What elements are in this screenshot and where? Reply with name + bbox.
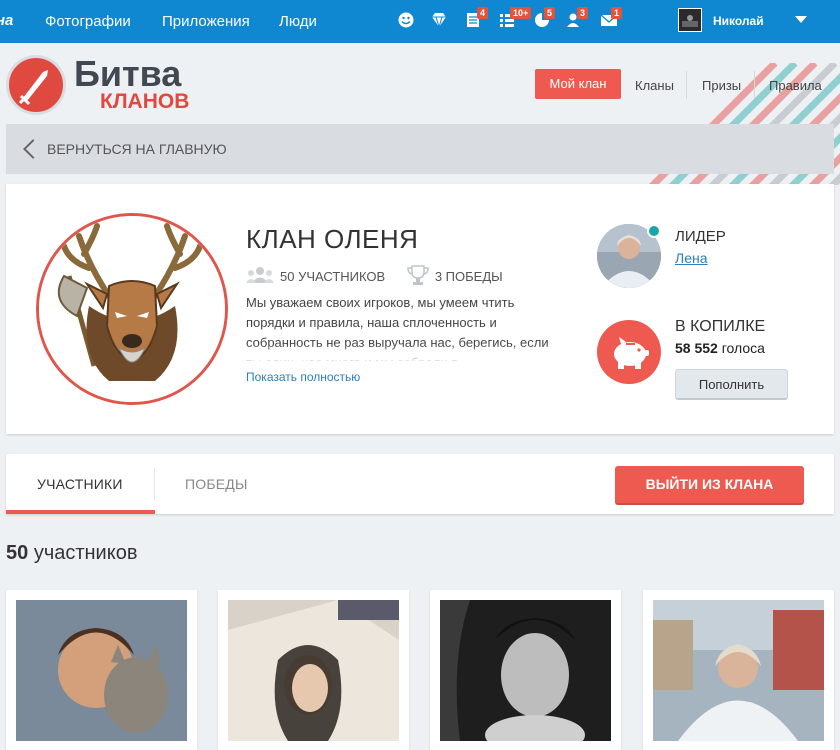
guests-badge: 5 bbox=[544, 7, 556, 19]
member-card[interactable] bbox=[218, 590, 409, 750]
nav-people[interactable]: Люди bbox=[279, 13, 317, 30]
chevron-down-icon[interactable] bbox=[795, 16, 807, 23]
friends-badge: 3 bbox=[577, 7, 589, 19]
events-badge: 10+ bbox=[510, 7, 532, 19]
member-photo[interactable] bbox=[440, 600, 611, 741]
my-clan-button[interactable]: Мой клан bbox=[535, 69, 621, 99]
description-fade bbox=[246, 344, 566, 364]
members-word: участников bbox=[33, 542, 138, 564]
guests-icon[interactable]: 5 bbox=[533, 7, 556, 31]
leader-name-link[interactable]: Лена bbox=[675, 250, 708, 266]
feed-icon[interactable]: 4 bbox=[466, 7, 489, 31]
bank-value: 58 552 голоса bbox=[675, 340, 765, 356]
members-icon bbox=[246, 266, 274, 287]
clan-card: КЛАН ОЛЕНЯ 50 УЧАСТНИКОВ 3 ПОБЕДЫ Мы ува… bbox=[6, 184, 834, 434]
member-card[interactable] bbox=[6, 590, 197, 750]
friends-icon[interactable]: 3 bbox=[566, 7, 589, 31]
member-card[interactable] bbox=[430, 590, 621, 750]
divider bbox=[154, 468, 155, 500]
game-header: Битва КЛАНОВ Мой клан Кланы Призы Правил… bbox=[0, 43, 840, 185]
clan-title: КЛАН ОЛЕНЯ bbox=[246, 224, 419, 254]
piggy-bank-icon bbox=[597, 320, 661, 384]
leave-clan-button[interactable]: ВЫЙТИ ИЗ КЛАНА bbox=[615, 466, 804, 503]
chevron-left-icon bbox=[23, 139, 43, 159]
rules-link[interactable]: Правила bbox=[769, 78, 822, 93]
member-photo[interactable] bbox=[228, 600, 399, 741]
refill-button[interactable]: Пополнить bbox=[675, 369, 788, 400]
back-to-main-bar[interactable]: ВЕРНУТЬСЯ НА ГЛАВНУЮ bbox=[6, 124, 834, 174]
active-tab-indicator bbox=[6, 510, 155, 514]
online-status-indicator bbox=[647, 224, 661, 238]
messages-badge: 1 bbox=[611, 7, 623, 19]
feed-badge: 4 bbox=[477, 7, 489, 19]
game-logo-title: Битва bbox=[74, 53, 182, 94]
clan-tabs: УЧАСТНИКИ ПОБЕДЫ ВЫЙТИ ИЗ КЛАНА bbox=[6, 454, 834, 514]
tab-members[interactable]: УЧАСТНИКИ bbox=[37, 476, 123, 492]
back-label: ВЕРНУТЬСЯ НА ГЛАВНУЮ bbox=[47, 141, 227, 157]
user-avatar[interactable] bbox=[678, 8, 702, 32]
site-brand-fragment[interactable]: на bbox=[0, 12, 13, 29]
member-photo[interactable] bbox=[16, 600, 187, 741]
member-card[interactable] bbox=[643, 590, 834, 750]
bank-amount: 58 552 bbox=[675, 340, 718, 356]
divider bbox=[686, 71, 687, 99]
clan-emblem-image bbox=[36, 213, 228, 405]
top-navigation-bar: на Фотографии Приложения Люди 4 10+ 5 3 … bbox=[0, 0, 840, 43]
divider bbox=[754, 71, 755, 99]
members-heading: 50 участников bbox=[6, 542, 137, 565]
wins-count-label: 3 ПОБЕДЫ bbox=[434, 269, 503, 284]
messages-icon[interactable]: 1 bbox=[600, 7, 623, 31]
members-number: 50 bbox=[6, 542, 29, 564]
clans-link[interactable]: Кланы bbox=[635, 78, 674, 93]
bank-unit: голоса bbox=[721, 340, 765, 356]
leader-label: ЛИДЕР bbox=[675, 228, 726, 245]
nav-photos[interactable]: Фотографии bbox=[45, 13, 131, 30]
diamond-icon[interactable] bbox=[430, 11, 448, 31]
events-icon[interactable]: 10+ bbox=[499, 7, 532, 31]
tab-wins[interactable]: ПОБЕДЫ bbox=[185, 476, 248, 492]
prizes-link[interactable]: Призы bbox=[702, 78, 741, 93]
user-name[interactable]: Николай bbox=[713, 14, 764, 28]
smiley-icon[interactable] bbox=[397, 11, 415, 31]
game-logo-subtitle: КЛАНОВ bbox=[100, 90, 190, 113]
show-more-link[interactable]: Показать полностью bbox=[246, 370, 360, 384]
clan-stats: 50 УЧАСТНИКОВ 3 ПОБЕДЫ bbox=[246, 264, 503, 289]
nav-apps[interactable]: Приложения bbox=[162, 13, 250, 30]
game-logo-icon[interactable] bbox=[6, 55, 66, 115]
members-count-label: 50 УЧАСТНИКОВ bbox=[280, 269, 386, 284]
bank-label: В КОПИЛКЕ bbox=[675, 318, 766, 335]
member-photo[interactable] bbox=[653, 600, 824, 741]
trophy-icon bbox=[407, 264, 429, 289]
